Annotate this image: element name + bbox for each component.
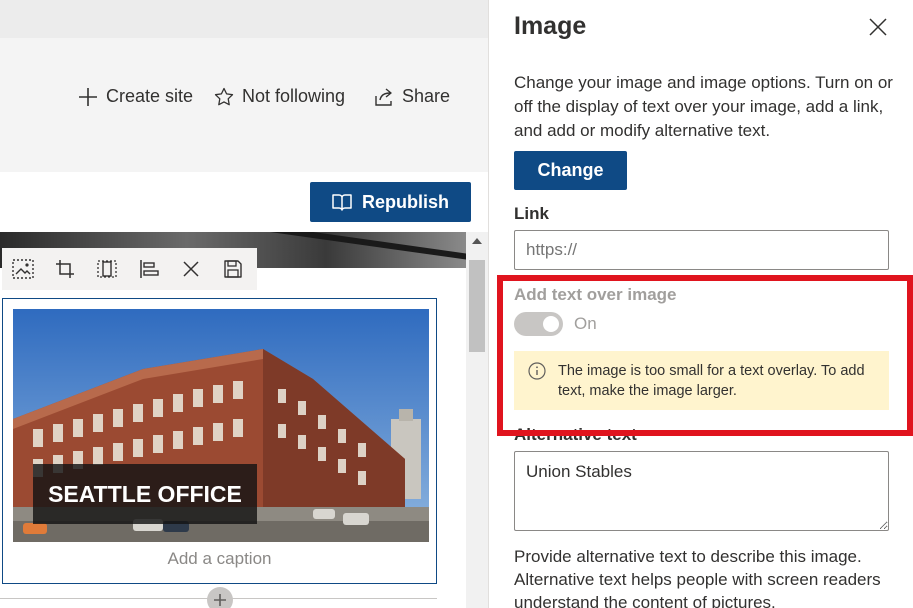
create-site-label: Create site [106, 86, 194, 106]
star-icon [214, 87, 234, 105]
alt-text-help: Provide alternative text to describe thi… [514, 547, 881, 608]
add-section-button[interactable] [207, 587, 233, 608]
save-button[interactable] [212, 248, 254, 290]
create-site-button[interactable]: Create site [78, 86, 193, 107]
image-toolbar [2, 248, 257, 290]
top-strip [0, 0, 488, 38]
image-icon [12, 259, 34, 279]
pane-title: Image [514, 12, 587, 40]
scrollbar[interactable] [466, 232, 488, 608]
align-button[interactable] [128, 248, 170, 290]
pane-description: Change your image and image options. Tur… [514, 73, 893, 140]
plus-icon [79, 87, 97, 106]
save-icon [224, 260, 242, 278]
close-pane-button[interactable] [869, 18, 889, 38]
not-following-button[interactable]: Not following [214, 86, 345, 107]
change-image-button[interactable]: Change [514, 151, 627, 190]
close-icon [869, 18, 887, 36]
align-left-icon [140, 260, 159, 278]
link-input[interactable] [514, 230, 889, 270]
resize-icon [97, 260, 117, 278]
text-overlay[interactable]: SEATTLE OFFICE [33, 464, 257, 524]
resize-button[interactable] [86, 248, 128, 290]
alt-text-input[interactable]: Union Stables [514, 451, 889, 531]
republish-label: Republish [361, 191, 449, 212]
crop-button[interactable] [44, 248, 86, 290]
office-photo[interactable]: SEATTLE OFFICE [13, 309, 429, 542]
book-icon [332, 194, 352, 211]
remove-button[interactable] [170, 248, 212, 290]
image-web-part[interactable]: SEATTLE OFFICE Add a caption [2, 298, 437, 584]
edit-image-button[interactable] [2, 248, 44, 290]
share-label: Share [402, 86, 451, 106]
caption-field[interactable]: Add a caption [3, 549, 436, 569]
share-button[interactable]: Share [374, 86, 450, 107]
not-following-label: Not following [242, 86, 346, 106]
link-label: Link [514, 204, 549, 223]
scroll-up-arrow-icon[interactable] [472, 238, 482, 244]
republish-button[interactable]: Republish [310, 182, 471, 222]
share-icon [375, 87, 392, 106]
plus-icon [214, 594, 226, 606]
highlight-box [497, 275, 913, 436]
scroll-thumb[interactable] [469, 260, 485, 352]
close-icon [183, 261, 199, 277]
crop-icon [56, 260, 74, 278]
